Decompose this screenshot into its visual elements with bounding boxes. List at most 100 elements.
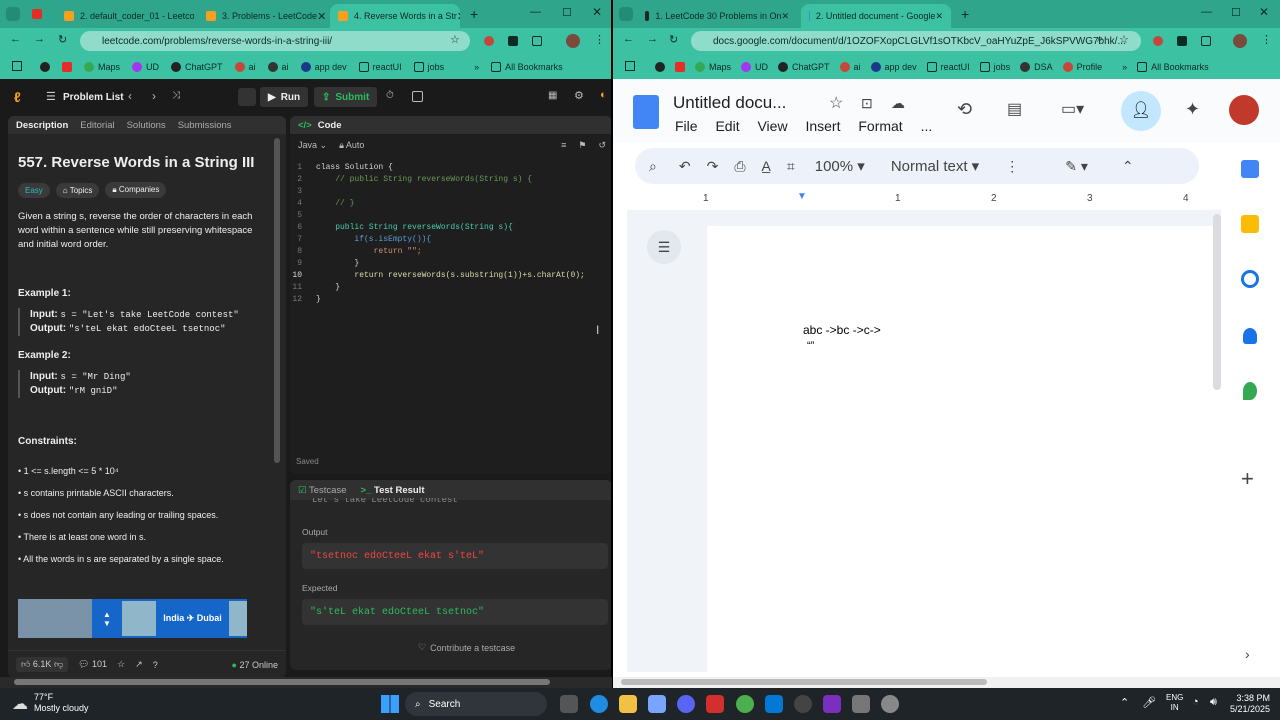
tab-submissions[interactable]: Submissions [178, 120, 232, 131]
menu-more[interactable]: ... [921, 118, 933, 134]
forward-icon[interactable]: → [647, 33, 658, 45]
prev-problem-icon[interactable]: ‹ [128, 89, 132, 103]
tab-reverse-words[interactable]: 4. Reverse Words in a Str✕ [330, 4, 460, 28]
topics-tag[interactable]: ⌂ Topics [55, 182, 100, 198]
bookmark-profile[interactable]: Profile [1062, 61, 1102, 72]
docs-logo-icon[interactable] [633, 95, 659, 129]
spellcheck-icon[interactable]: A̲ [762, 158, 771, 174]
menu-view[interactable]: View [757, 118, 787, 134]
code-editor[interactable]: 1 class Solution { 2 // public String rev… [290, 162, 612, 306]
shuffle-icon[interactable]: ⤨ [172, 90, 180, 101]
left-url-field[interactable]: leetcode.com/problems/reverse-words-in-a… [80, 31, 470, 51]
bookmark-ud[interactable]: UD [132, 61, 159, 72]
zoom-icon[interactable]: ⌕ [1097, 33, 1103, 46]
problem-list-link[interactable]: Problem List [63, 92, 124, 103]
maps-icon[interactable] [1243, 382, 1257, 400]
youtube-icon[interactable] [62, 61, 72, 72]
tab-default-coder[interactable]: 2. default_coder_01 - Leetco✕ [56, 4, 194, 28]
problem-title[interactable]: 557. Reverse Words in a String III [18, 154, 254, 171]
bookmark-ai-2[interactable]: ai [267, 61, 289, 72]
bookmark-chatgpt[interactable]: ChatGPT [778, 61, 830, 72]
ad-banner[interactable]: ▲ ▼ India ✈ Dubai [18, 599, 247, 638]
description-scrollbar[interactable] [274, 138, 280, 463]
bookmark-app-dev[interactable]: app dev [300, 61, 347, 72]
premium-icon[interactable]: ◐ [600, 89, 607, 101]
vscode-icon[interactable] [765, 695, 783, 713]
task-view-icon[interactable] [560, 695, 578, 713]
meet-icon[interactable]: ▭▾ [1061, 99, 1084, 119]
bookmark-jobs[interactable]: jobs [413, 61, 444, 72]
star-icon[interactable]: ☆ [1119, 33, 1129, 46]
maximize-icon[interactable]: ☐ [1231, 6, 1241, 19]
intellij-icon[interactable] [823, 695, 841, 713]
profile-avatar[interactable] [566, 34, 580, 48]
more-menu-icon[interactable]: ⋮ [594, 33, 605, 46]
autocomplete-toggle[interactable]: 🔒︎ Auto [339, 140, 364, 151]
contacts-icon[interactable] [1243, 328, 1257, 344]
chrome-icon[interactable] [736, 695, 754, 713]
extensions-puzzle-icon[interactable] [1201, 36, 1211, 46]
star-icon[interactable]: ☆ [450, 33, 460, 46]
gemini-sparkle-icon[interactable]: ✦ [1185, 99, 1200, 120]
outline-icon[interactable]: ☰ [647, 230, 681, 264]
more-bookmarks-icon[interactable]: » [474, 62, 479, 72]
close-icon[interactable]: ✕ [935, 11, 943, 22]
calendar-icon[interactable] [1241, 160, 1259, 178]
print-icon[interactable]: ⎙ [734, 158, 745, 175]
comments-icon[interactable]: ▤ [1007, 99, 1022, 119]
reload-icon[interactable]: ↻ [669, 33, 678, 46]
acrobat-icon[interactable] [706, 695, 724, 713]
share-add-person-icon[interactable]: 👤︎ [1121, 91, 1161, 131]
right-url-field[interactable]: docs.google.com/document/d/1OZOFXopCLGLV… [691, 31, 1141, 51]
window-close-icon[interactable]: ✕ [1259, 5, 1269, 19]
new-tab-icon[interactable]: + [961, 6, 969, 22]
comments-button[interactable]: 💬︎ 101 [78, 659, 107, 670]
more-bookmarks-icon[interactable]: » [1122, 62, 1127, 72]
weather-widget[interactable]: 77°F Mostly cloudy [34, 692, 89, 714]
undo-icon[interactable]: ↶ [679, 158, 691, 175]
settings-gear-icon[interactable]: ⚙ [574, 89, 584, 102]
account-avatar[interactable] [1229, 95, 1259, 125]
docs-scrollbar[interactable] [1213, 214, 1221, 390]
menu-format[interactable]: Format [858, 118, 902, 134]
code-more-icon[interactable]: ↺ [598, 140, 606, 151]
editing-mode-icon[interactable]: ✎ ▾ [1065, 158, 1088, 175]
run-button[interactable]: ▶ Run [260, 87, 309, 107]
debug-icon[interactable] [238, 88, 256, 106]
tab-leetcode-30[interactable]: 1. LeetCode 30 Problems in On ✕ [637, 4, 797, 28]
move-folder-icon[interactable]: ⊡ [861, 95, 873, 112]
zoom-select[interactable]: 100% ▾ [815, 157, 865, 175]
submit-button[interactable]: ⇪ Submit [314, 87, 378, 107]
version-history-icon[interactable]: ⟲ [957, 99, 972, 120]
right-horizontal-scrollbar[interactable] [613, 677, 1280, 688]
tab-menu-icon[interactable] [6, 7, 20, 21]
close-icon[interactable]: ✕ [781, 11, 789, 22]
copilot-icon[interactable] [648, 695, 666, 713]
taskbar-search[interactable]: ⌕ Search [405, 692, 547, 716]
github-icon[interactable] [40, 61, 50, 72]
search-icon[interactable]: ⌕ [649, 158, 657, 175]
tasks-icon[interactable] [1241, 270, 1259, 288]
github-desktop-icon[interactable] [794, 695, 812, 713]
clock[interactable]: 3:38 PM 5/21/2025 [1228, 693, 1270, 715]
microphone-icon[interactable]: 🎤︎ [1142, 696, 1156, 709]
calculator-icon[interactable] [852, 695, 870, 713]
tab-solutions[interactable]: Solutions [127, 120, 166, 131]
tab-menu-icon[interactable] [619, 7, 633, 21]
discord-icon[interactable] [677, 695, 695, 713]
wifi-icon[interactable]: ◔ [1192, 696, 1199, 708]
extension-icon[interactable] [1153, 36, 1163, 46]
help-icon[interactable]: ? [153, 660, 158, 670]
windows-start-icon[interactable] [381, 695, 399, 713]
bookmark-reactui[interactable]: reactUI [358, 61, 402, 72]
left-horizontal-scrollbar[interactable] [0, 677, 612, 688]
timer-icon[interactable]: ⏱ [386, 90, 394, 101]
document-title[interactable]: Untitled docu... [673, 93, 786, 113]
bookmark-dsa[interactable]: DSA [1020, 61, 1053, 72]
back-icon[interactable]: ← [10, 33, 21, 45]
forward-icon[interactable]: → [34, 33, 45, 45]
show-hidden-icons-icon[interactable]: ⌃ [1120, 696, 1129, 709]
edge-icon[interactable] [590, 695, 608, 713]
leetcode-logo-icon[interactable]: ℓ [14, 89, 21, 105]
all-bookmarks[interactable]: All Bookmarks [491, 61, 563, 72]
